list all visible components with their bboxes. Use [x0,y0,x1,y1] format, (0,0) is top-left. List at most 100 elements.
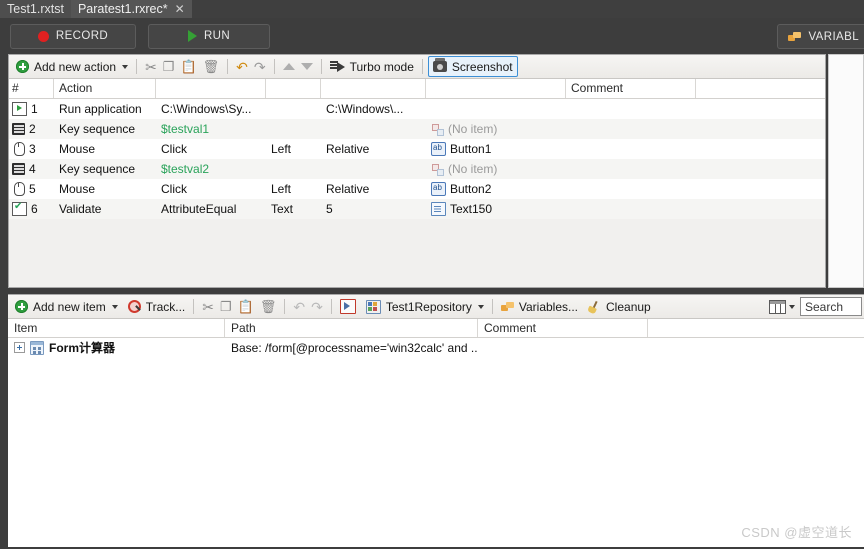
item-cell: (No item) [426,119,566,139]
delete-button[interactable]: 🗑 [257,297,280,317]
spacer-cell [696,179,825,199]
mouse-icon [14,142,25,156]
row-number: 5 [29,182,36,196]
move-up-button[interactable] [280,57,298,77]
comment-cell [566,159,696,179]
record-run-toolbar: RECORD RUN VARIABL [0,18,864,54]
repo-variables-button[interactable]: Variables... [498,297,581,317]
repository-panel: Add new item Track... ✂ ❐ 📋 🗑 ↶ ↷ Test1R… [8,294,864,549]
no-item-icon [431,163,444,176]
plus-circle-icon [15,300,28,313]
column-header-spacer[interactable] [648,319,856,337]
action-cell: Validate [59,202,102,216]
redo-button[interactable]: ↷ [251,57,269,77]
redo-icon: ↷ [253,58,266,75]
column-header-comment[interactable]: Comment [566,79,696,98]
table-row[interactable]: 2 Key sequence $testval1 (No item) [9,119,825,139]
toolbar-separator [491,299,493,314]
move-down-button[interactable] [298,57,316,77]
copy-button[interactable]: ❐ [160,57,178,77]
keyboard-icon [12,163,25,175]
param1-cell: Click [161,182,187,196]
clipboard-icon: 📋 [237,299,254,314]
undo-button[interactable]: ↶ [290,297,308,317]
add-new-item-button[interactable]: Add new item [12,297,121,317]
action-cell: Mouse [59,182,96,196]
paste-button[interactable]: 📋 [177,57,199,77]
column-header-number[interactable]: # [9,79,54,98]
param2-cell [266,159,321,179]
paste-button[interactable]: 📋 [235,297,257,317]
cleanup-button[interactable]: Cleanup [585,297,654,317]
add-new-item-label: Add new item [33,299,106,314]
spacer-cell [696,199,825,219]
table-row[interactable]: 4 Key sequence $testval2 (No item) [9,159,825,179]
toolbar-separator [193,299,195,314]
param2-cell: Text [271,202,294,216]
table-row[interactable]: 1 Run application C:\Windows\Sy... C:\Wi… [9,99,825,119]
close-icon[interactable]: ✕ [175,2,185,16]
param3-cell: C:\Windows\... [326,102,404,116]
select-item-button[interactable] [337,297,359,317]
turbo-mode-button[interactable]: Turbo mode [327,57,417,77]
repository-selector[interactable]: Test1Repository [363,297,487,317]
column-header-spacer[interactable] [696,79,825,98]
param2-cell [266,119,321,139]
param1-cell: Click [161,142,187,156]
expand-icon[interactable] [14,342,25,353]
table-row[interactable]: 5 Mouse Click Left Relative Button2 [9,179,825,199]
tab-test1-rxtst[interactable]: Test1.rxtst [0,0,71,18]
chevron-down-icon[interactable] [122,64,129,69]
chevron-down-icon[interactable] [111,304,118,309]
add-new-action-label: Add new action [34,59,117,74]
param1-cell: $testval2 [161,162,210,176]
search-input[interactable]: Search [800,297,862,316]
copy-button[interactable]: ❐ [217,297,235,317]
actions-grid: # Action Comment 1 Run application C:\Wi… [9,79,825,219]
add-new-action-button[interactable]: Add new action [13,57,131,77]
cleanup-label: Cleanup [606,299,651,314]
cut-button[interactable]: ✂ [199,297,217,317]
trash-icon: 🗑 [202,59,220,74]
column-header-param2[interactable] [266,79,321,98]
undo-button[interactable]: ↶ [233,57,251,77]
column-header-path[interactable]: Path [225,319,478,337]
record-button[interactable]: RECORD [10,23,136,49]
tab-paratest1-rxrec[interactable]: Paratest1.rxrec* ✕ [70,0,192,18]
list-item[interactable]: Form计算器 Base: /form[@processname='win32c… [8,338,864,357]
trash-icon: 🗑 [259,299,277,314]
column-header-item[interactable] [426,79,566,98]
play-triangle-icon [187,30,197,42]
tab-label: Paratest1.rxrec* [77,2,168,16]
item-label: Button2 [450,182,492,196]
screenshot-button[interactable]: Screenshot [427,56,518,77]
variables-button[interactable]: VARIABL [777,24,864,49]
camera-icon [432,58,447,72]
run-button[interactable]: RUN [148,23,270,49]
ab-icon [431,182,446,196]
column-header-param1[interactable] [156,79,266,98]
spacer-cell [696,119,825,139]
redo-button[interactable]: ↷ [308,297,326,317]
chevron-down-icon[interactable] [477,304,484,309]
table-row[interactable]: 3 Mouse Click Left Relative Button1 [9,139,825,159]
track-button[interactable]: Track... [125,297,189,317]
toolbar-separator [330,299,332,314]
copy-icon: ❐ [220,299,232,314]
param3-cell: Relative [326,142,370,156]
delete-button[interactable]: 🗑 [200,57,223,77]
columns-icon[interactable] [769,299,786,314]
action-cell: Run application [59,102,142,116]
broom-icon [588,301,601,313]
chevron-down-icon[interactable] [789,304,795,309]
table-row[interactable]: 6 Validate AttributeEqual Text 5 Text150 [9,199,825,219]
row-number-cell: 4 [9,159,54,179]
column-header-item[interactable]: Item [8,319,225,337]
column-header-comment[interactable]: Comment [478,319,648,337]
column-header-action[interactable]: Action [54,79,156,98]
item-label: (No item) [448,122,498,136]
tab-bar: Test1.rxtst Paratest1.rxrec* ✕ [0,0,864,19]
text-icon [431,202,446,216]
cut-button[interactable]: ✂ [142,57,160,77]
column-header-param3[interactable] [321,79,426,98]
